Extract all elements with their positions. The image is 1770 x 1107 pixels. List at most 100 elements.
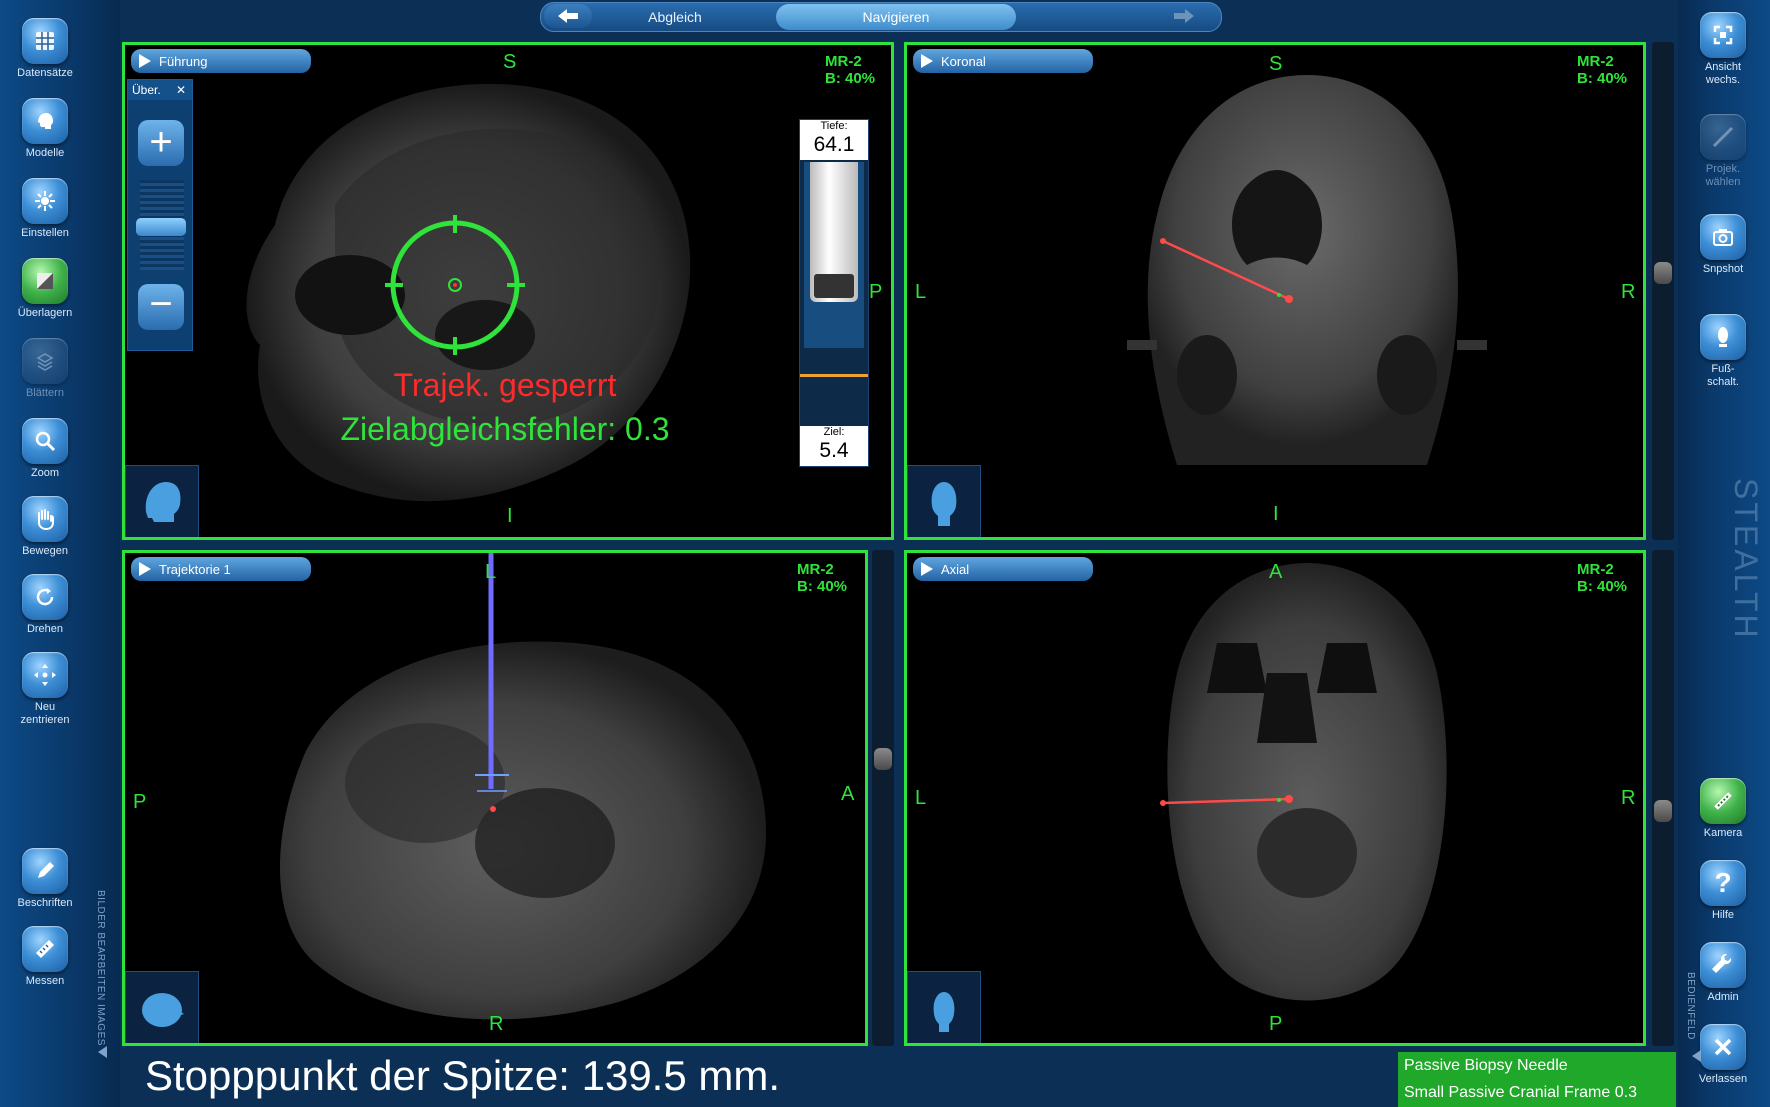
- viewport-axial[interactable]: Axial MR-2 B: 40% A L R P: [904, 550, 1646, 1046]
- coronal-head-orientation[interactable]: [907, 465, 981, 537]
- coronal-title[interactable]: Koronal: [913, 49, 1093, 73]
- depth-gauge: Tiefe: 64.1 Ziel: 5.4: [799, 119, 869, 467]
- overlay-button[interactable]: Überlagern: [0, 258, 90, 320]
- snapshot-button[interactable]: Snpshot: [1678, 214, 1768, 276]
- depth-bar-fill: [810, 162, 858, 302]
- coronal-title-label: Koronal: [941, 53, 986, 69]
- depth-bar-track: [804, 162, 864, 348]
- viewport-trajectory[interactable]: Trajektorie 1 MR-2 B: 40% L P A R: [122, 550, 868, 1046]
- help-button[interactable]: ? Hilfe: [1678, 860, 1768, 922]
- measure-button[interactable]: Messen: [0, 926, 90, 988]
- coronal-orient-top: S: [1269, 53, 1283, 75]
- axial-scrollbar[interactable]: [1652, 550, 1674, 1046]
- page-stack-icon: [22, 338, 68, 384]
- view-switch-icon: [1700, 12, 1746, 58]
- trajectory-scroll-thumb[interactable]: [874, 748, 892, 770]
- guidance-dataset: MR-2: [825, 53, 862, 70]
- close-icon[interactable]: ✕: [176, 80, 186, 100]
- viewport-coronal[interactable]: Koronal MR-2 B: 40% S L R I: [904, 42, 1646, 540]
- snapshot-label: Snpshot: [1702, 263, 1744, 275]
- coronal-orient-right: R: [1621, 281, 1636, 303]
- head-front-icon: [931, 482, 957, 526]
- coronal-orient-left: L: [915, 281, 927, 303]
- trajectory-dataset-info: MR-2 B: 40%: [797, 561, 847, 595]
- coronal-scrollbar[interactable]: [1652, 42, 1674, 540]
- move-button[interactable]: Bewegen: [0, 496, 90, 558]
- minus-icon: −: [149, 282, 173, 326]
- trajectory-head-orientation[interactable]: [125, 971, 199, 1043]
- trajectory-dataset: MR-2: [797, 561, 834, 578]
- move-label: Bewegen: [22, 545, 68, 557]
- dataset-grid-icon: [22, 18, 68, 64]
- zoom-slider-thumb[interactable]: [136, 218, 186, 236]
- guidance-title[interactable]: Führung: [131, 49, 311, 73]
- guidance-orient-right: P: [869, 281, 883, 303]
- coronal-dataset-info: MR-2 B: 40%: [1577, 53, 1627, 87]
- adjust-button[interactable]: Einstellen: [0, 178, 90, 240]
- camera-button[interactable]: Kamera: [1678, 778, 1768, 840]
- axial-blend: B: 40%: [1577, 578, 1628, 595]
- axial-dataset: MR-2: [1577, 561, 1614, 578]
- top-navigation: Abgleich Navigieren: [540, 0, 1240, 34]
- frame-name: Small Passive Cranial Frame 0.3: [1404, 1084, 1637, 1101]
- datasets-label: Datensätze: [17, 67, 73, 79]
- target-crosshair: [385, 215, 525, 355]
- target-depth-line: [800, 374, 868, 377]
- recenter-icon: [22, 652, 68, 698]
- models-button[interactable]: Modelle: [0, 98, 90, 160]
- collapse-left-icon[interactable]: [98, 1046, 107, 1058]
- axial-orient-left: L: [915, 787, 927, 809]
- guidance-title-label: Führung: [159, 53, 208, 69]
- select-projection-label: Projek. wählen: [1705, 163, 1741, 188]
- page-button[interactable]: Blättern: [0, 338, 90, 400]
- axial-head-orientation[interactable]: [907, 971, 981, 1043]
- trajectory-locked-text: Trajek. gesperrt: [393, 367, 617, 403]
- footswitch-icon: [1700, 314, 1746, 360]
- zoom-label: Zoom: [30, 467, 60, 479]
- axial-orient-right: R: [1621, 787, 1636, 809]
- tracking-camera-icon: [1700, 778, 1746, 824]
- close-icon: [1700, 1024, 1746, 1070]
- magnifier-icon: [22, 418, 68, 464]
- trajectory-scrollbar[interactable]: [872, 550, 894, 1046]
- datasets-button[interactable]: Datensätze: [0, 18, 90, 80]
- tab-navigate[interactable]: Navigieren: [776, 4, 1016, 30]
- trajectory-orient-top: L: [485, 561, 497, 583]
- axial-scroll-thumb[interactable]: [1654, 800, 1672, 822]
- rotate-button[interactable]: Drehen: [0, 574, 90, 636]
- coronal-blend: B: 40%: [1577, 70, 1628, 87]
- zoom-button[interactable]: Zoom: [0, 418, 90, 480]
- right-toolbar: Ansicht wechs. Projek. wählen Snpshot Fu…: [1678, 0, 1770, 1107]
- guidance-orient-bottom: I: [507, 505, 513, 527]
- hand-icon: [22, 496, 68, 542]
- adjust-label: Einstellen: [21, 227, 69, 239]
- projection-icon: [1700, 114, 1746, 160]
- tab-registration[interactable]: Abgleich: [600, 4, 750, 30]
- exit-label: Verlassen: [1698, 1073, 1748, 1085]
- depth-readout: Tiefe: 64.1: [800, 120, 868, 160]
- select-projection-button[interactable]: Projek. wählen: [1678, 114, 1768, 189]
- zoom-out-button[interactable]: −: [138, 284, 184, 330]
- guidance-head-orientation[interactable]: [125, 465, 199, 537]
- trajectory-title[interactable]: Trajektorie 1: [131, 557, 311, 581]
- left-toolbar: Datensätze Modelle Einstellen Überlagern…: [0, 0, 120, 1107]
- forward-button[interactable]: [1160, 4, 1208, 28]
- annotate-button[interactable]: Beschriften: [0, 848, 90, 910]
- coronal-scroll-thumb[interactable]: [1654, 262, 1672, 284]
- footswitch-button[interactable]: Fuß-schalt.: [1678, 314, 1768, 389]
- recenter-button[interactable]: Neu zentrieren: [0, 652, 90, 727]
- play-icon: [139, 562, 151, 576]
- trajectory-title-label: Trajektorie 1: [159, 561, 231, 577]
- zoom-panel-header: Über. ✕: [128, 80, 192, 100]
- viewport-guidance[interactable]: Führung MR-2 B: 40% S P I Trajek. gesperr…: [122, 42, 894, 540]
- zoom-in-button[interactable]: +: [138, 120, 184, 166]
- switch-view-button[interactable]: Ansicht wechs.: [1678, 12, 1768, 87]
- guidance-dataset-info: MR-2 B: 40%: [825, 53, 875, 87]
- axial-title[interactable]: Axial: [913, 557, 1093, 581]
- target-error-text: Zielabgleichsfehler: 0.3: [340, 411, 670, 447]
- collapse-right-icon[interactable]: [1692, 1050, 1701, 1062]
- back-button[interactable]: [544, 4, 592, 28]
- stealth-brand: STEALTH: [1728, 478, 1764, 641]
- rotate-label: Drehen: [26, 623, 64, 635]
- axial-orient-top: A: [1269, 561, 1283, 583]
